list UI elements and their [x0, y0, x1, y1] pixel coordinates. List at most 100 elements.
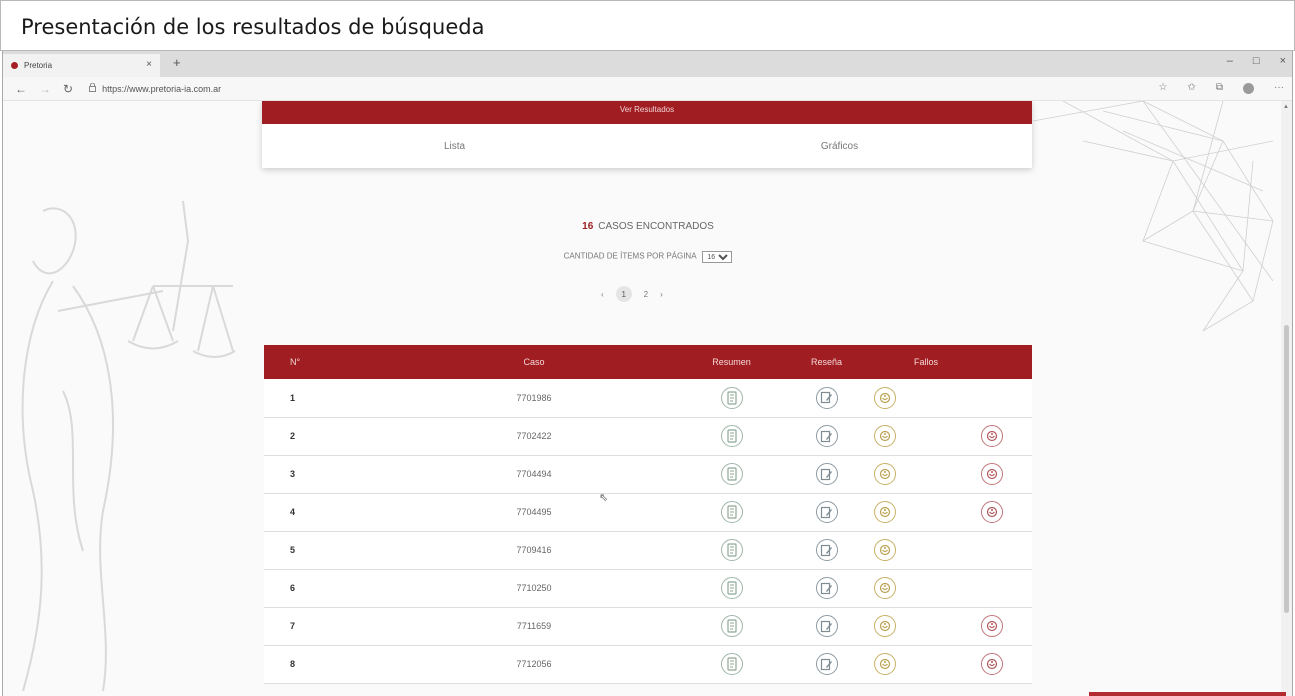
ruling-icon[interactable]	[874, 425, 896, 447]
summary-cell	[684, 569, 779, 608]
review-cell	[779, 607, 874, 646]
maximize-button[interactable]: □	[1253, 55, 1260, 67]
summary-doc-icon[interactable]	[720, 615, 743, 637]
tab-graficos[interactable]: Gráficos	[647, 141, 1032, 152]
ruling-icon[interactable]	[874, 539, 896, 561]
scroll-up-icon[interactable]: ▲	[1283, 104, 1289, 110]
summary-doc-icon[interactable]	[720, 463, 743, 485]
tab-close-icon[interactable]: ×	[146, 59, 152, 70]
prev-page-button[interactable]: ‹	[601, 290, 604, 299]
summary-doc-icon[interactable]	[720, 653, 743, 675]
ruling-secondary-icon[interactable]	[981, 653, 1003, 675]
rulings-cell	[874, 569, 1032, 608]
ruling-secondary-icon[interactable]	[981, 463, 1003, 485]
justice-illustration	[21, 200, 236, 691]
summary-cell	[684, 379, 779, 418]
rulings-cell	[874, 455, 1032, 494]
review-edit-icon[interactable]	[815, 615, 838, 637]
reload-button[interactable]: ↻	[63, 82, 73, 96]
vertical-scrollbar[interactable]: ▲	[1281, 101, 1292, 696]
slide-title: Presentación de los resultados de búsque…	[0, 0, 1295, 51]
table-row: 6 7710250	[264, 569, 1032, 608]
ruling-secondary-icon[interactable]	[981, 425, 1003, 447]
review-cell	[779, 379, 874, 418]
ruling-icon[interactable]	[874, 386, 896, 409]
ruling-icon[interactable]	[874, 653, 896, 675]
review-cell	[779, 569, 874, 608]
col-header-resumen: Resumen	[684, 345, 779, 379]
ruling-secondary-icon[interactable]	[981, 501, 1003, 523]
row-number: 4	[264, 493, 384, 532]
review-edit-icon[interactable]	[815, 577, 838, 599]
next-page-button[interactable]: ›	[660, 290, 663, 299]
table-row: 8 7712056	[264, 645, 1032, 684]
tab-lista[interactable]: Lista	[262, 141, 647, 152]
ruling-icon[interactable]	[874, 615, 896, 637]
page-1-button[interactable]: 1	[615, 286, 632, 302]
results-header[interactable]: Ver Resultados	[262, 101, 1032, 124]
table-row: 5 7709416	[264, 531, 1032, 570]
case-id: 7704494	[384, 455, 684, 494]
page-2-button[interactable]: 2	[644, 290, 648, 299]
new-tab-button[interactable]: +	[173, 55, 181, 70]
summary-doc-icon[interactable]	[720, 501, 743, 523]
case-id: 7712056	[384, 645, 684, 684]
summary-cell	[684, 417, 779, 456]
table-header-row: N° Caso Resumen Reseña Fallos	[264, 345, 1032, 379]
tab-title: Pretoria	[24, 61, 53, 70]
favicon-icon	[11, 62, 18, 69]
case-id: 7702422	[384, 417, 684, 456]
table-body: 1 7701986 2 7702422 3 7704494 4 7704495 5 7709416…	[264, 379, 1032, 684]
items-per-page: CANTIDAD DE ÍTEMS POR PÁGINA 16	[3, 251, 1283, 263]
collections-icon[interactable]: ⧉	[1216, 82, 1223, 94]
ruling-icon[interactable]	[874, 501, 896, 523]
rulings-cell	[874, 531, 1032, 570]
case-id: 7704495	[384, 493, 684, 532]
ruling-secondary-icon[interactable]	[981, 615, 1003, 637]
summary-doc-icon[interactable]	[720, 539, 743, 561]
case-id: 7711659	[384, 607, 684, 646]
more-menu-icon[interactable]: ···	[1274, 82, 1284, 94]
summary-doc-icon[interactable]	[720, 577, 743, 599]
back-button[interactable]: ←	[15, 82, 27, 96]
review-cell	[779, 645, 874, 684]
forward-button[interactable]: →	[39, 82, 51, 96]
rulings-group	[874, 425, 1032, 447]
tab-bar: Pretoria × + – □ ×	[3, 51, 1292, 77]
row-number: 2	[264, 417, 384, 456]
bookmark-star-icon[interactable]: ☆	[1159, 82, 1168, 94]
review-edit-icon[interactable]	[815, 463, 838, 485]
summary-doc-icon[interactable]	[720, 386, 743, 409]
summary-cell	[684, 531, 779, 570]
review-cell	[779, 531, 874, 570]
summary-cell	[684, 493, 779, 532]
favorites-icon[interactable]: ✩	[1187, 82, 1195, 94]
profile-avatar[interactable]	[1243, 83, 1254, 94]
window-controls: – □ ×	[1227, 55, 1286, 67]
url-field[interactable]: https://www.pretoria-ia.com.ar	[102, 84, 221, 94]
review-edit-icon[interactable]	[815, 653, 838, 675]
review-edit-icon[interactable]	[815, 386, 838, 409]
minimize-button[interactable]: –	[1227, 55, 1233, 67]
ruling-icon[interactable]	[874, 577, 896, 599]
rulings-group	[874, 386, 1032, 409]
review-edit-icon[interactable]	[815, 425, 838, 447]
review-edit-icon[interactable]	[815, 501, 838, 523]
scroll-thumb[interactable]	[1284, 325, 1289, 613]
row-number: 6	[264, 569, 384, 608]
results-tabs: Lista Gráficos	[262, 124, 1032, 168]
review-edit-icon[interactable]	[815, 539, 838, 561]
table-row: 1 7701986	[264, 379, 1032, 418]
items-per-page-select[interactable]: 16	[702, 251, 733, 263]
bottom-accent-bar	[1089, 692, 1286, 696]
summary-doc-icon[interactable]	[720, 425, 743, 447]
close-window-button[interactable]: ×	[1280, 55, 1286, 67]
row-number: 8	[264, 645, 384, 684]
mouse-cursor-icon: ⇖	[599, 492, 609, 504]
toolbar-icons: ☆ ✩ ⧉ ···	[1159, 82, 1284, 94]
ruling-icon[interactable]	[874, 463, 896, 485]
row-number: 5	[264, 531, 384, 570]
case-id: 7710250	[384, 569, 684, 608]
browser-tab[interactable]: Pretoria ×	[3, 54, 160, 77]
cases-table: N° Caso Resumen Reseña Fallos 1 7701986 2 7…	[264, 345, 1032, 684]
